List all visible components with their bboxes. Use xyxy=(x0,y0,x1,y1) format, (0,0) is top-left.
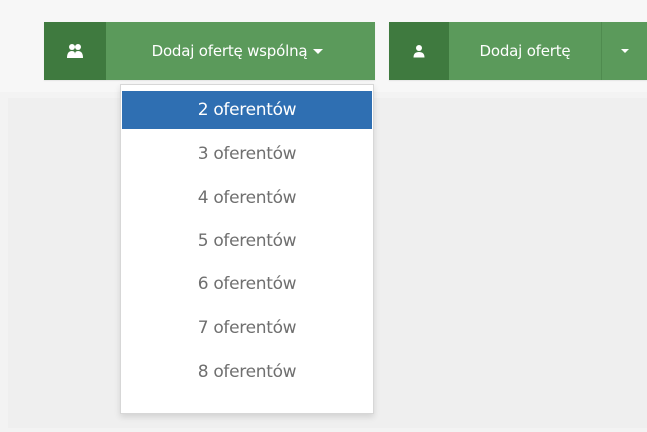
dropdown-item-label: 6 oferentów xyxy=(197,274,297,294)
dropdown-item-label: 5 oferentów xyxy=(197,231,297,251)
dropdown-item-4-offerors[interactable]: 4 oferentów xyxy=(122,179,372,217)
dropdown-item-7-offerors[interactable]: 7 oferentów xyxy=(122,309,372,347)
chevron-down-icon xyxy=(313,48,324,54)
dropdown-item-2-offerors[interactable]: 2 oferentów xyxy=(122,91,372,129)
add-offer-button[interactable]: Dodaj ofertę xyxy=(449,22,601,80)
dropdown-item-8-offerors[interactable]: 8 oferentów xyxy=(122,353,372,391)
dropdown-item-label: 8 oferentów xyxy=(197,362,297,382)
add-offer-label: Dodaj ofertę xyxy=(479,42,571,60)
add-joint-offer-label: Dodaj ofertę wspólną xyxy=(151,42,308,60)
dropdown-item-6-offerors[interactable]: 6 oferentów xyxy=(122,265,372,303)
users-icon[interactable] xyxy=(44,22,106,80)
dropdown-item-5-offerors[interactable]: 5 oferentów xyxy=(122,222,372,260)
dropdown-item-label: 4 oferentów xyxy=(197,188,297,208)
add-offer-dropdown-toggle[interactable] xyxy=(601,22,647,80)
chevron-down-icon xyxy=(620,49,629,53)
dropdown-item-label: 3 oferentów xyxy=(197,144,297,164)
user-icon[interactable] xyxy=(389,22,449,80)
joint-offer-button-group[interactable]: Dodaj ofertę wspólną xyxy=(44,22,375,80)
add-joint-offer-button[interactable]: Dodaj ofertę wspólną xyxy=(106,22,375,80)
single-offer-button-group[interactable]: Dodaj ofertę xyxy=(389,22,647,80)
dropdown-item-3-offerors[interactable]: 3 oferentów xyxy=(122,135,372,173)
dropdown-item-label: 7 oferentów xyxy=(197,318,297,338)
dropdown-item-label: 2 oferentów xyxy=(197,100,297,120)
offerors-dropdown-menu: 2 oferentów 3 oferentów 4 oferentów 5 of… xyxy=(120,84,374,414)
